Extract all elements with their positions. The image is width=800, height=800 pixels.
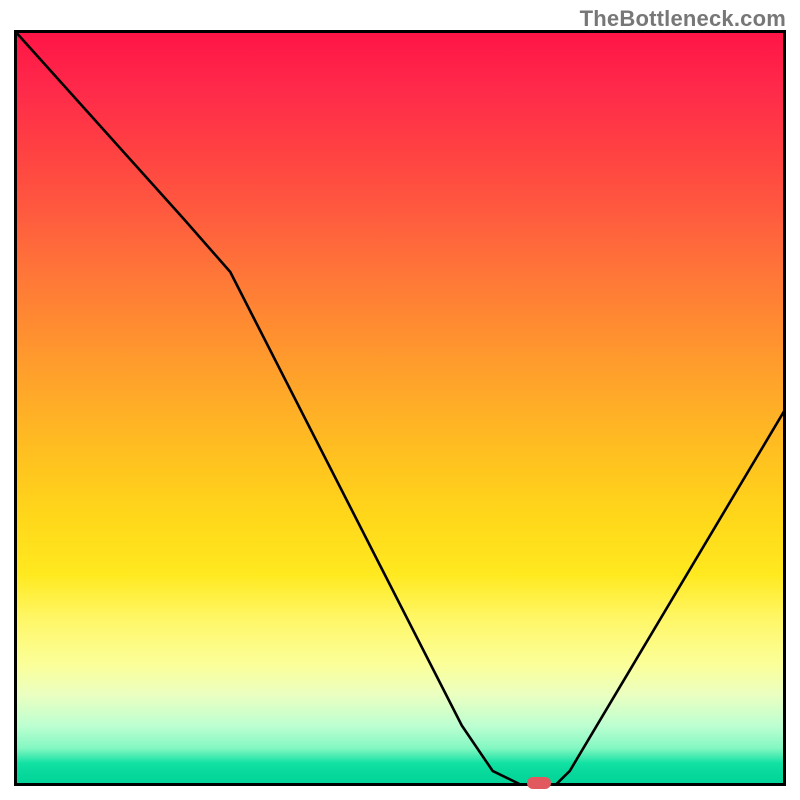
chart-container: TheBottleneck.com: [0, 0, 800, 800]
bottleneck-curve: [14, 30, 786, 786]
frame-border-left: [14, 30, 17, 786]
frame-border-right: [783, 30, 786, 786]
watermark-label: TheBottleneck.com: [580, 6, 786, 32]
frame-border-bottom: [14, 783, 786, 786]
plot-area: [14, 30, 786, 786]
optimal-point-marker: [527, 777, 551, 789]
